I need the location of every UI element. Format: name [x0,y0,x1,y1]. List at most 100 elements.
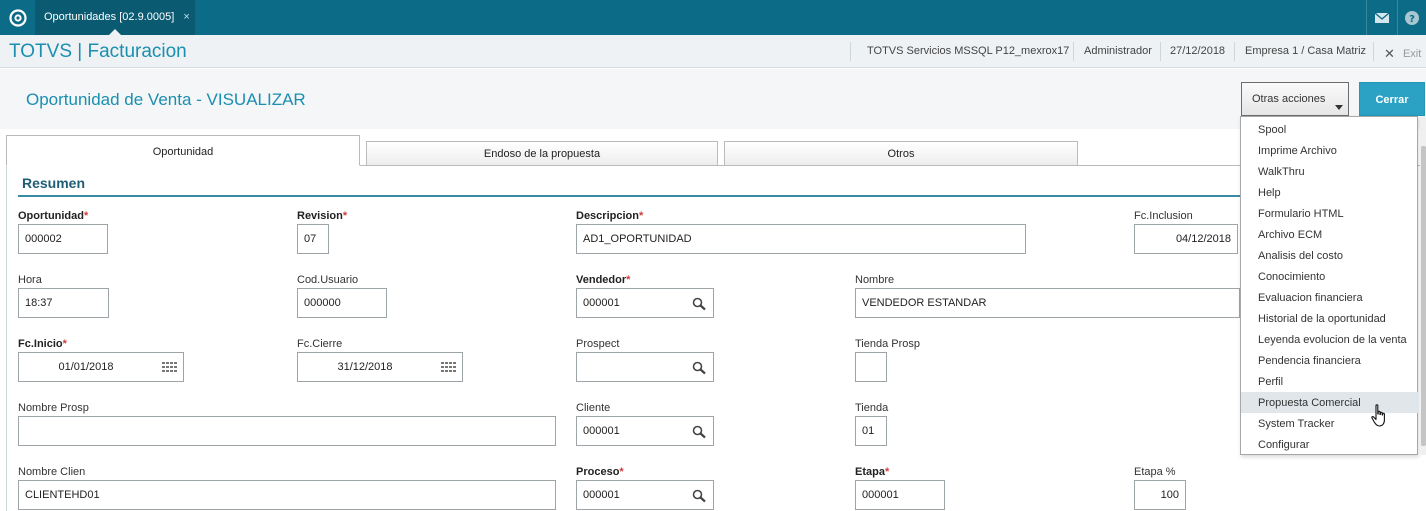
fc-inicio-label: Fc.Inicio* [18,338,67,350]
tab-bar: Oportunidad Endoso de la propuesta Otros [0,129,1426,166]
menu-item[interactable]: Configurar [1241,434,1419,455]
cod-usuario-field[interactable]: 000000 [297,288,387,318]
required-mark: * [884,466,890,478]
svg-text:?: ? [1409,14,1415,25]
environment-label: TOTVS Servicios MSSQL P12_mexrox17 [867,45,1070,57]
revision-label: Revision* [297,210,348,222]
calendar-icon[interactable] [162,361,177,375]
cliente-label: Cliente [576,402,611,414]
fc-inicio-value: 01/01/2018 [58,361,114,373]
tab-otros[interactable]: Otros [724,141,1078,166]
divider [1160,42,1161,61]
exit-x-icon: ✕ [1384,46,1395,61]
menu-item[interactable]: System Tracker [1241,413,1419,434]
required-mark: * [638,210,644,222]
vendedor-value: 000001 [583,297,620,309]
section-title: Resumen [22,175,86,191]
hand-cursor-icon [1371,404,1385,427]
help-icon[interactable]: ? [1397,0,1426,35]
app-header: TOTVS | Facturacion TOTVS Servicios MSSQ… [0,35,1426,68]
nombre-clien-field[interactable]: CLIENTEHD01 [18,480,556,510]
calendar-icon[interactable] [441,361,456,375]
oportunidad-field[interactable]: 000002 [18,224,108,254]
tab-oportunidades[interactable]: Oportunidades [02.9.0005] × [35,0,195,35]
menu-item[interactable]: Archivo ECM [1241,224,1419,245]
vendedor-field[interactable]: 000001 [576,288,714,318]
menu-item[interactable]: Pendencia financiera [1241,350,1419,371]
tienda-label: Tienda [855,402,889,414]
nombre-clien-label: Nombre Clien [18,466,86,478]
user-label[interactable]: Administrador [1084,45,1152,57]
required-mark: * [84,210,89,222]
fc-cierre-value: 31/12/2018 [337,361,393,373]
nombre-prosp-label: Nombre Prosp [18,402,89,414]
menu-item[interactable]: Perfil [1241,371,1419,392]
menu-item[interactable]: Help [1241,182,1419,203]
exit-button[interactable]: ✕ Exit [1384,45,1421,61]
search-icon[interactable] [692,297,707,311]
fc-cierre-field[interactable]: 31/12/2018 [297,352,463,382]
otras-acciones-button[interactable]: Otras acciones [1241,82,1349,116]
totvs-logo-icon[interactable] [0,0,35,35]
fc-inclusion-field[interactable]: 04/12/2018 [1134,224,1238,254]
tab-label: Oportunidades [02.9.0005] [44,11,175,23]
menu-item[interactable]: WalkThru [1241,161,1419,182]
search-icon[interactable] [692,361,707,375]
top-bar: Oportunidades [02.9.0005] × ? [0,0,1426,35]
oportunidad-label: Oportunidad* [18,210,89,222]
cerrar-button[interactable]: Cerrar [1359,82,1425,116]
fc-inicio-field[interactable]: 01/01/2018 [18,352,184,382]
app-title: TOTVS | Facturacion [9,41,187,62]
menu-item[interactable]: Historial de la oportunidad [1241,308,1419,329]
company-label[interactable]: Empresa 1 / Casa Matriz [1245,45,1366,57]
descripcion-field[interactable]: AD1_OPORTUNIDAD [576,224,1026,254]
form-border [6,166,7,511]
exit-label: Exit [1402,48,1422,60]
menu-item[interactable]: Analisis del costo [1241,245,1419,266]
tienda-field[interactable]: 01 [855,416,887,446]
scrollbar-thumb[interactable] [1421,146,1426,446]
proceso-label: Proceso* [576,466,624,478]
etapa-label: Etapa* [855,466,890,478]
divider [850,42,851,61]
cliente-field[interactable]: 000001 [576,416,714,446]
date-label[interactable]: 27/12/2018 [1170,45,1225,57]
tienda-prosp-label: Tienda Prosp [855,338,921,350]
etapa-pct-label: Etapa % [1134,466,1176,478]
cliente-value: 000001 [583,425,620,437]
tienda-prosp-field[interactable] [855,352,887,382]
menu-scrollbar[interactable] [1420,116,1426,455]
hora-field[interactable]: 18:37 [18,288,109,318]
menu-item[interactable]: Evaluacion financiera [1241,287,1419,308]
divider [1234,42,1235,61]
proceso-field[interactable]: 000001 [576,480,714,510]
etapa-field[interactable]: 000001 [855,480,945,510]
prospect-field[interactable] [576,352,714,382]
descripcion-label: Descripcion* [576,210,644,222]
menu-item[interactable]: Imprime Archivo [1241,140,1419,161]
otras-acciones-menu: Spool Imprime Archivo WalkThru Help Formular… [1240,116,1419,455]
tab-oportunidad[interactable]: Oportunidad [6,135,360,166]
menu-item[interactable]: Propuesta Comercial [1241,392,1419,413]
required-mark: * [626,274,631,286]
prospect-label: Prospect [576,338,620,350]
search-icon[interactable] [692,425,707,439]
menu-item[interactable]: Formulario HTML [1241,203,1419,224]
caret-down-icon [1335,105,1343,110]
nombre-field[interactable]: VENDEDOR ESTANDAR [855,288,1240,318]
menu-item[interactable]: Leyenda evolucion de la venta [1241,329,1419,350]
mail-icon[interactable] [1366,0,1396,35]
section-divider [18,195,1240,197]
divider [1073,42,1074,61]
tab-close-icon[interactable]: × [183,11,189,23]
revision-field[interactable]: 07 [297,224,329,254]
required-mark: * [619,466,624,478]
menu-item[interactable]: Spool [1241,119,1419,140]
menu-item[interactable]: Conocimiento [1241,266,1419,287]
etapa-pct-field[interactable]: 100 [1134,480,1186,510]
tab-endoso[interactable]: Endoso de la propuesta [366,141,718,166]
nombre-prosp-field[interactable] [18,416,556,446]
hora-label: Hora [18,274,42,286]
search-icon[interactable] [692,489,707,503]
nombre-label: Nombre [855,274,895,286]
